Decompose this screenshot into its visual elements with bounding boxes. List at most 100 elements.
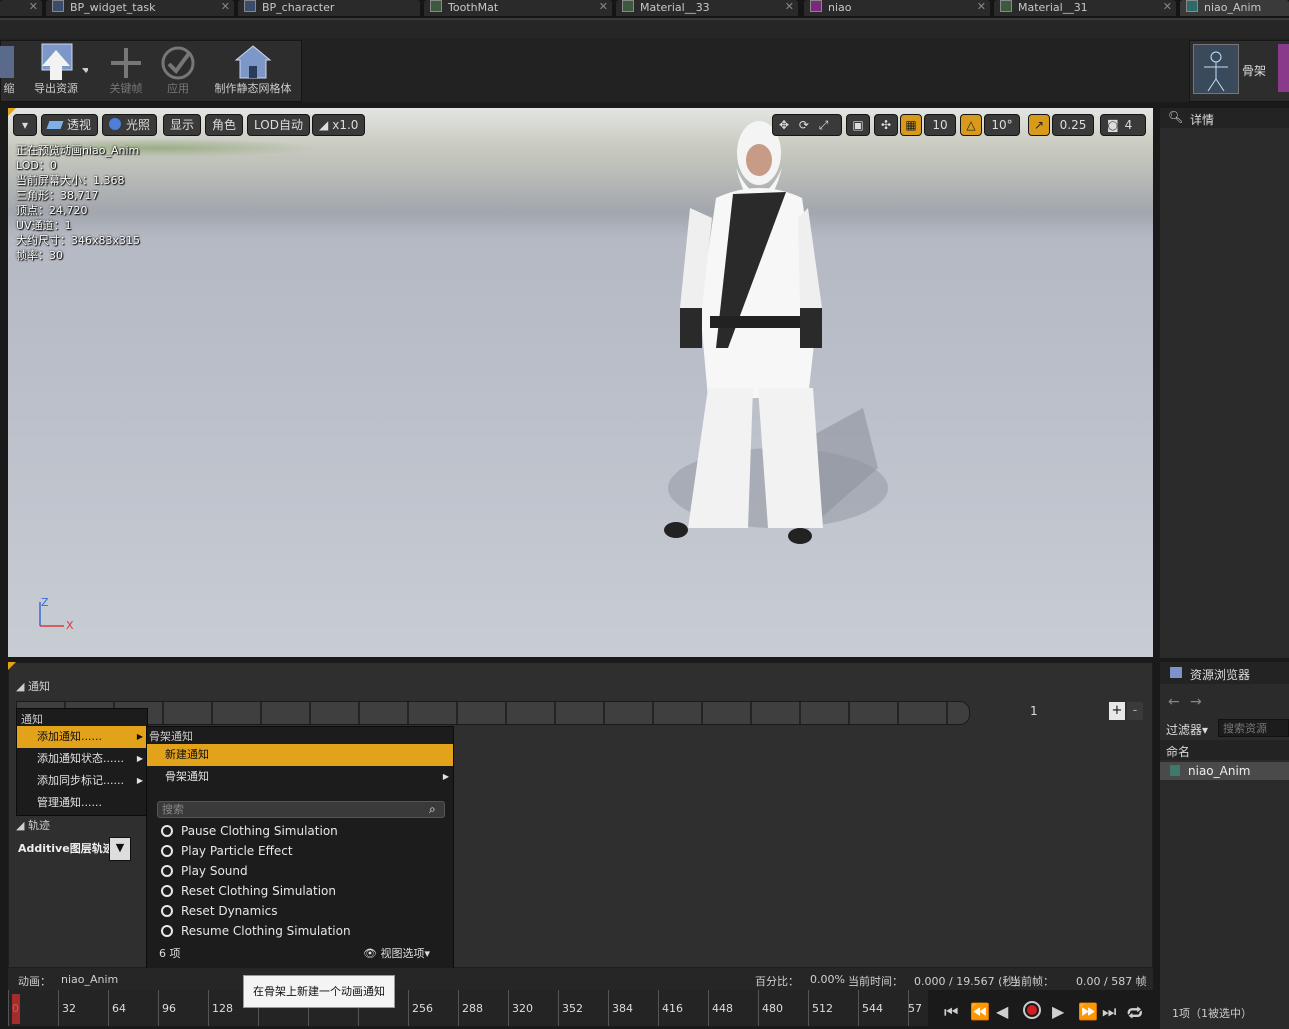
grid-icon: ▦ xyxy=(905,118,917,132)
viewport-options-button[interactable]: ▾ xyxy=(13,114,37,136)
column-header[interactable]: 命名 xyxy=(1160,740,1289,760)
skip-to-start-icon[interactable]: ⏮ xyxy=(944,1002,958,1022)
camera-speed-button[interactable]: ◙ 4 xyxy=(1100,114,1146,136)
close-icon[interactable]: ✕ xyxy=(29,0,38,14)
menu-item-add-sync-marker[interactable]: 添加同步标记...... ▶ xyxy=(17,770,147,792)
scale-snap-value[interactable]: 0.25 xyxy=(1052,114,1094,136)
menu-item-skeleton-notify[interactable]: 骨架通知 ▶ xyxy=(147,766,453,788)
lod-button[interactable]: LOD自动 xyxy=(247,114,310,136)
radio-icon xyxy=(161,905,173,917)
tab-bp-character[interactable]: BP_character xyxy=(238,0,420,16)
notify-option[interactable]: Play Sound xyxy=(161,861,248,881)
mesh-mode-button[interactable] xyxy=(1278,44,1289,92)
filter-button[interactable]: 过滤器▾ xyxy=(1166,721,1208,738)
perspective-button[interactable]: 透视 xyxy=(41,114,99,136)
notify-section-header[interactable]: ◢ 通知 xyxy=(16,678,50,694)
tab-toothmat[interactable]: ToothMat ✕ xyxy=(424,0,612,16)
viewport[interactable]: Z X xyxy=(8,108,1153,657)
notify-option[interactable]: Pause Clothing Simulation xyxy=(161,821,338,841)
grid-snap-value[interactable]: 10 xyxy=(924,114,956,136)
tab-underline xyxy=(0,18,1289,38)
asset-row[interactable]: niao_Anim xyxy=(1160,762,1289,780)
playback-speed-button[interactable]: ◢ x1.0 xyxy=(312,114,366,136)
record-button[interactable] xyxy=(1023,1001,1041,1019)
menu-item-new-notify[interactable]: 新建通知 xyxy=(147,744,453,766)
timeline-tick-label: 416 xyxy=(662,1002,683,1015)
tab-niao[interactable]: niao ✕ xyxy=(804,0,990,16)
menu-item-add-notify-state[interactable]: 添加通知状态...... ▶ xyxy=(17,748,147,770)
view-options-button[interactable]: 👁︎ 视图选项▾ xyxy=(363,945,430,961)
timeline-tick-label: 32 xyxy=(62,1002,76,1015)
skeleton-icon xyxy=(1204,51,1228,92)
notify-track-strip[interactable] xyxy=(16,701,970,725)
timeline-tick-label: 128 xyxy=(212,1002,233,1015)
back-arrow-icon[interactable]: ← xyxy=(1168,694,1180,710)
close-icon[interactable]: ✕ xyxy=(1163,0,1172,14)
notify-option[interactable]: Reset Clothing Simulation xyxy=(161,881,336,901)
tab-material-33[interactable]: Material__33 ✕ xyxy=(616,0,798,16)
timeline-tick-label: 352 xyxy=(562,1002,583,1015)
notify-option[interactable]: Resume Clothing Simulation xyxy=(161,921,351,941)
current-frame-value: 0.00 / 587 帧 xyxy=(1076,975,1147,988)
notify-option[interactable]: Play Particle Effect xyxy=(161,841,293,861)
character-preview xyxy=(664,121,888,544)
remove-track-button[interactable]: - xyxy=(1127,702,1143,720)
close-icon[interactable]: ✕ xyxy=(785,0,794,14)
current-time-value: 0.000 / 19.567 (秒) xyxy=(914,975,1018,988)
close-icon[interactable]: ✕ xyxy=(221,0,230,14)
asset-search-input[interactable]: 搜索资源 xyxy=(1218,719,1289,737)
timeline-tick-label: 480 xyxy=(762,1002,783,1015)
collapse-triangle-icon: ◢ xyxy=(16,819,28,832)
grid-snap-toggle[interactable]: ▦ xyxy=(900,114,922,136)
add-track-button[interactable]: + xyxy=(1109,702,1125,720)
tab-bp-widget-task[interactable]: BP_widget_task ✕ xyxy=(46,0,234,16)
notify-count: 6 项 xyxy=(159,947,181,960)
close-icon[interactable]: ✕ xyxy=(599,0,608,14)
rotate-icon[interactable]: ⟳ xyxy=(799,118,809,132)
loop-icon[interactable]: 🔁︎ xyxy=(1127,1002,1143,1025)
keyframe-button[interactable]: 关键帧 xyxy=(104,42,148,100)
scale-icon[interactable]: ⤢ xyxy=(819,118,829,132)
tracks-section-header[interactable]: ◢ 轨迹 xyxy=(16,817,50,833)
apply-button[interactable]: 应用 xyxy=(156,42,200,100)
timeline-tick-label: 544 xyxy=(862,1002,883,1015)
play-reverse-icon[interactable]: ◀ xyxy=(996,1002,1008,1021)
timeline-tick-label: 320 xyxy=(512,1002,533,1015)
surface-snap-button[interactable]: ✣ xyxy=(874,114,898,136)
plus-icon xyxy=(111,48,141,78)
move-icon[interactable]: ✥ xyxy=(779,118,789,132)
export-asset-button[interactable]: 导出资源 xyxy=(24,42,90,100)
eye-icon: 👁︎ xyxy=(363,947,381,960)
stat-line: UV通道：1 xyxy=(16,219,72,232)
step-back-icon[interactable]: ⏪ xyxy=(970,1002,990,1021)
skip-to-end-icon[interactable]: ⏭ xyxy=(1102,1002,1116,1022)
menu-item-manage-notifies[interactable]: 管理通知...... xyxy=(17,792,147,814)
tab-partial[interactable]: ✕ xyxy=(0,0,42,16)
rotation-snap-value[interactable]: 10° xyxy=(984,114,1020,136)
character-button[interactable]: 角色 xyxy=(205,114,244,136)
show-button[interactable]: 显示 xyxy=(163,114,202,136)
material-icon xyxy=(1000,0,1012,12)
lit-mode-button[interactable]: 光照 xyxy=(102,114,158,136)
scale-snap-toggle[interactable]: ↗ xyxy=(1028,114,1050,136)
rotation-snap-toggle[interactable]: △ xyxy=(960,114,982,136)
shrink-button[interactable]: 缩 xyxy=(0,42,18,100)
tab-niao-anim[interactable]: niao_Anim xyxy=(1180,0,1289,16)
local-world-button[interactable]: ▣ xyxy=(846,114,870,136)
close-icon[interactable]: ✕ xyxy=(977,0,986,14)
notify-search-input[interactable]: 搜索 xyxy=(157,801,445,818)
make-static-mesh-button[interactable]: 制作静态网格体 xyxy=(206,42,300,100)
step-forward-icon[interactable]: ⏩ xyxy=(1078,1002,1098,1021)
additive-track-dropdown[interactable]: ▼ xyxy=(109,837,131,861)
menu-item-add-notify[interactable]: 添加通知...... ▶ xyxy=(17,726,147,748)
stat-line: LOD：0 xyxy=(16,159,57,172)
stat-line: 顶点：24,720 xyxy=(16,204,88,217)
skeleton-mode-button[interactable] xyxy=(1193,44,1239,94)
anim-sequence-icon xyxy=(1170,765,1180,776)
forward-arrow-icon[interactable]: → xyxy=(1190,694,1202,710)
play-icon[interactable]: ▶ xyxy=(1052,1002,1064,1021)
timeline-tick-label: 288 xyxy=(462,1002,483,1015)
tab-material-31[interactable]: Material__31 ✕ xyxy=(994,0,1176,16)
notify-option[interactable]: Reset Dynamics xyxy=(161,901,278,921)
chevron-down-icon: ▾ xyxy=(21,118,29,132)
